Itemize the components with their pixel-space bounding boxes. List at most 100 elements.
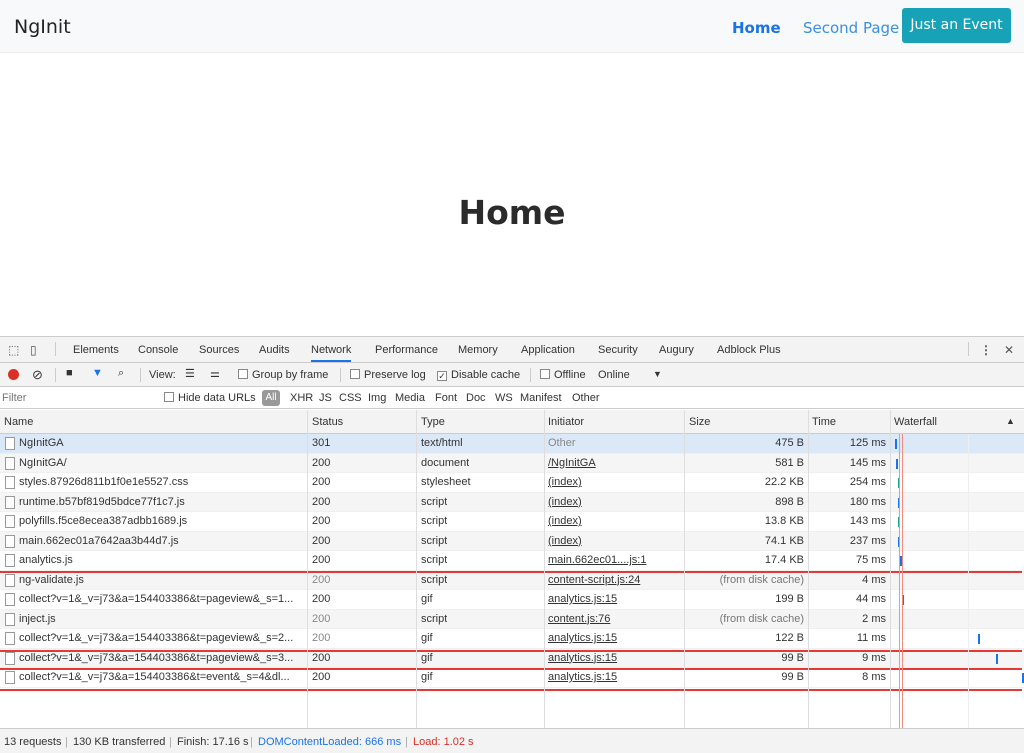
table-row[interactable]: main.662ec01a7642aa3b44d7.js 200 script (in… xyxy=(0,531,1024,551)
filter-type-css[interactable]: CSS xyxy=(339,392,362,404)
sort-up-icon[interactable]: ▲ xyxy=(1006,416,1015,426)
record-icon[interactable] xyxy=(8,369,19,380)
filter-type-font[interactable]: Font xyxy=(435,392,457,404)
table-row[interactable]: collect?v=1&_v=j73&a=154403386&t=event&_… xyxy=(0,668,1024,688)
row-name: polyfills.f5ce8ecea387adbb1689.js xyxy=(19,515,188,527)
row-time: 2 ms xyxy=(862,612,886,625)
file-icon xyxy=(5,554,15,567)
tab-sources[interactable]: Sources xyxy=(199,344,239,356)
filter-type-manifest[interactable]: Manifest xyxy=(520,392,562,404)
table-row[interactable]: runtime.b57bf819d5bdce77f1c7.js 200 script… xyxy=(0,492,1024,512)
file-icon xyxy=(5,651,15,665)
row-initiator[interactable]: (index) xyxy=(548,476,678,488)
filter-type-all[interactable]: All xyxy=(262,390,280,406)
row-initiator[interactable]: (index) xyxy=(548,535,678,547)
filter-type-xhr[interactable]: XHR xyxy=(290,392,313,404)
column-waterfall[interactable]: Waterfall xyxy=(894,416,937,428)
row-size: 898 B xyxy=(775,495,804,508)
row-status: 200 xyxy=(312,534,331,547)
filter-input[interactable] xyxy=(2,390,150,406)
row-initiator[interactable]: analytics.js:15 xyxy=(548,671,678,683)
column-status[interactable]: Status xyxy=(312,416,343,428)
row-time: 143 ms xyxy=(849,515,886,527)
tab-adblock-plus[interactable]: Adblock Plus xyxy=(717,344,781,356)
screenshot-icon[interactable]: ■ xyxy=(66,367,73,379)
table-row[interactable]: inject.js 200 script content.js:76 (from dis… xyxy=(0,609,1024,629)
tab-memory[interactable]: Memory xyxy=(458,344,498,356)
tab-console[interactable]: Console xyxy=(138,344,178,356)
table-row[interactable]: NgInitGA 301 text/html Other 475 B 125 ms xyxy=(0,434,1024,454)
row-initiator[interactable]: analytics.js:15 xyxy=(548,632,678,644)
close-icon[interactable]: ✕ xyxy=(1004,343,1014,357)
tab-elements[interactable]: Elements xyxy=(73,344,119,356)
row-time: 44 ms xyxy=(856,593,886,605)
row-initiator[interactable]: content-script.js:24 xyxy=(548,574,678,586)
table-row[interactable]: collect?v=1&_v=j73&a=154403386&t=pagevie… xyxy=(0,629,1024,649)
table-row[interactable]: analytics.js 200 script main.662ec01....js:… xyxy=(0,551,1024,571)
disable-cache-checkbox[interactable]: ✓ Disable cache xyxy=(437,369,520,381)
inspect-element-icon[interactable]: ⬚ xyxy=(8,343,19,357)
row-name: NgInitGA/ xyxy=(19,456,67,469)
group-by-frame-checkbox[interactable]: Group by frame xyxy=(238,369,328,381)
offline-checkbox[interactable]: Offline xyxy=(540,369,586,381)
device-toolbar-icon[interactable]: ▯ xyxy=(30,343,37,357)
filter-icon[interactable]: ▼ xyxy=(92,367,103,379)
column-initiator[interactable]: Initiator xyxy=(548,416,584,428)
search-icon[interactable]: ⌕ xyxy=(118,367,124,380)
brand[interactable]: NgInit xyxy=(14,16,71,38)
chevron-down-icon[interactable]: ▼ xyxy=(653,369,662,379)
row-initiator[interactable]: main.662ec01....js:1 xyxy=(548,554,678,566)
filter-type-ws[interactable]: WS xyxy=(495,392,513,404)
row-initiator[interactable]: content.js:76 xyxy=(548,613,678,625)
row-status: 200 xyxy=(312,632,331,644)
file-icon xyxy=(5,593,15,606)
tab-performance[interactable]: Performance xyxy=(375,344,438,356)
column-size[interactable]: Size xyxy=(689,416,710,428)
large-rows-icon[interactable]: ☰ xyxy=(185,367,195,380)
row-name: NgInitGA xyxy=(19,437,64,449)
row-type: script xyxy=(421,573,448,586)
filter-type-doc[interactable]: Doc xyxy=(466,392,486,404)
nav-home-link[interactable]: Home xyxy=(732,19,781,37)
overview-icon[interactable]: ⚌ xyxy=(210,367,220,380)
row-time: 145 ms xyxy=(849,456,886,469)
column-type[interactable]: Type xyxy=(421,416,445,428)
table-row[interactable]: ng-validate.js 200 script content-script.js… xyxy=(0,570,1024,590)
column-name[interactable]: Name xyxy=(4,416,33,428)
row-initiator[interactable]: analytics.js:15 xyxy=(548,652,678,664)
row-initiator[interactable]: (index) xyxy=(548,515,678,527)
table-row[interactable]: styles.87926d811b1f0e1e5527.css 200 styles… xyxy=(0,473,1024,493)
clear-icon[interactable]: ⊘ xyxy=(32,367,43,383)
filter-type-js[interactable]: JS xyxy=(319,392,332,404)
row-time: 180 ms xyxy=(849,495,886,508)
hide-data-urls-checkbox[interactable]: Hide data URLs xyxy=(164,392,256,404)
table-row[interactable]: NgInitGA/200 document/NgInitGA 581 B 145 ms xyxy=(0,453,1024,473)
row-initiator[interactable]: Other xyxy=(548,437,678,449)
nav-second-page-link[interactable]: Second Page xyxy=(803,19,899,37)
just-an-event-button[interactable]: Just an Event xyxy=(902,8,1011,43)
preserve-log-checkbox[interactable]: Preserve log xyxy=(350,369,426,381)
tab-audits[interactable]: Audits xyxy=(259,344,290,356)
row-initiator[interactable]: /NgInitGA xyxy=(548,457,678,469)
column-time[interactable]: Time xyxy=(812,416,836,428)
filter-type-media[interactable]: Media xyxy=(395,392,425,404)
tab-network[interactable]: Network xyxy=(311,344,352,362)
row-size: 13.8 KB xyxy=(764,515,804,527)
table-row[interactable]: polyfills.f5ce8ecea387adbb1689.js 200 scri… xyxy=(0,512,1024,532)
tab-augury[interactable]: Augury xyxy=(659,344,694,356)
tab-application[interactable]: Application xyxy=(521,344,575,356)
table-header: Name Status Type Initiator Size Time Wat… xyxy=(0,410,1024,434)
tab-security[interactable]: Security xyxy=(598,344,638,356)
table-row[interactable]: collect?v=1&_v=j73&a=154403386&t=pagevie… xyxy=(0,590,1024,610)
row-size: 99 B xyxy=(781,671,804,683)
row-size: 74.1 KB xyxy=(764,534,804,547)
row-initiator[interactable]: analytics.js:15 xyxy=(548,593,678,605)
more-options-icon[interactable]: ⋮ xyxy=(980,343,992,357)
file-icon xyxy=(5,573,15,587)
file-icon xyxy=(5,456,15,470)
row-initiator[interactable]: (index) xyxy=(548,496,678,508)
filter-type-img[interactable]: Img xyxy=(368,392,386,404)
filter-type-other[interactable]: Other xyxy=(572,392,600,404)
throttle-select[interactable]: Online xyxy=(598,369,630,381)
row-status: 200 xyxy=(312,554,331,566)
